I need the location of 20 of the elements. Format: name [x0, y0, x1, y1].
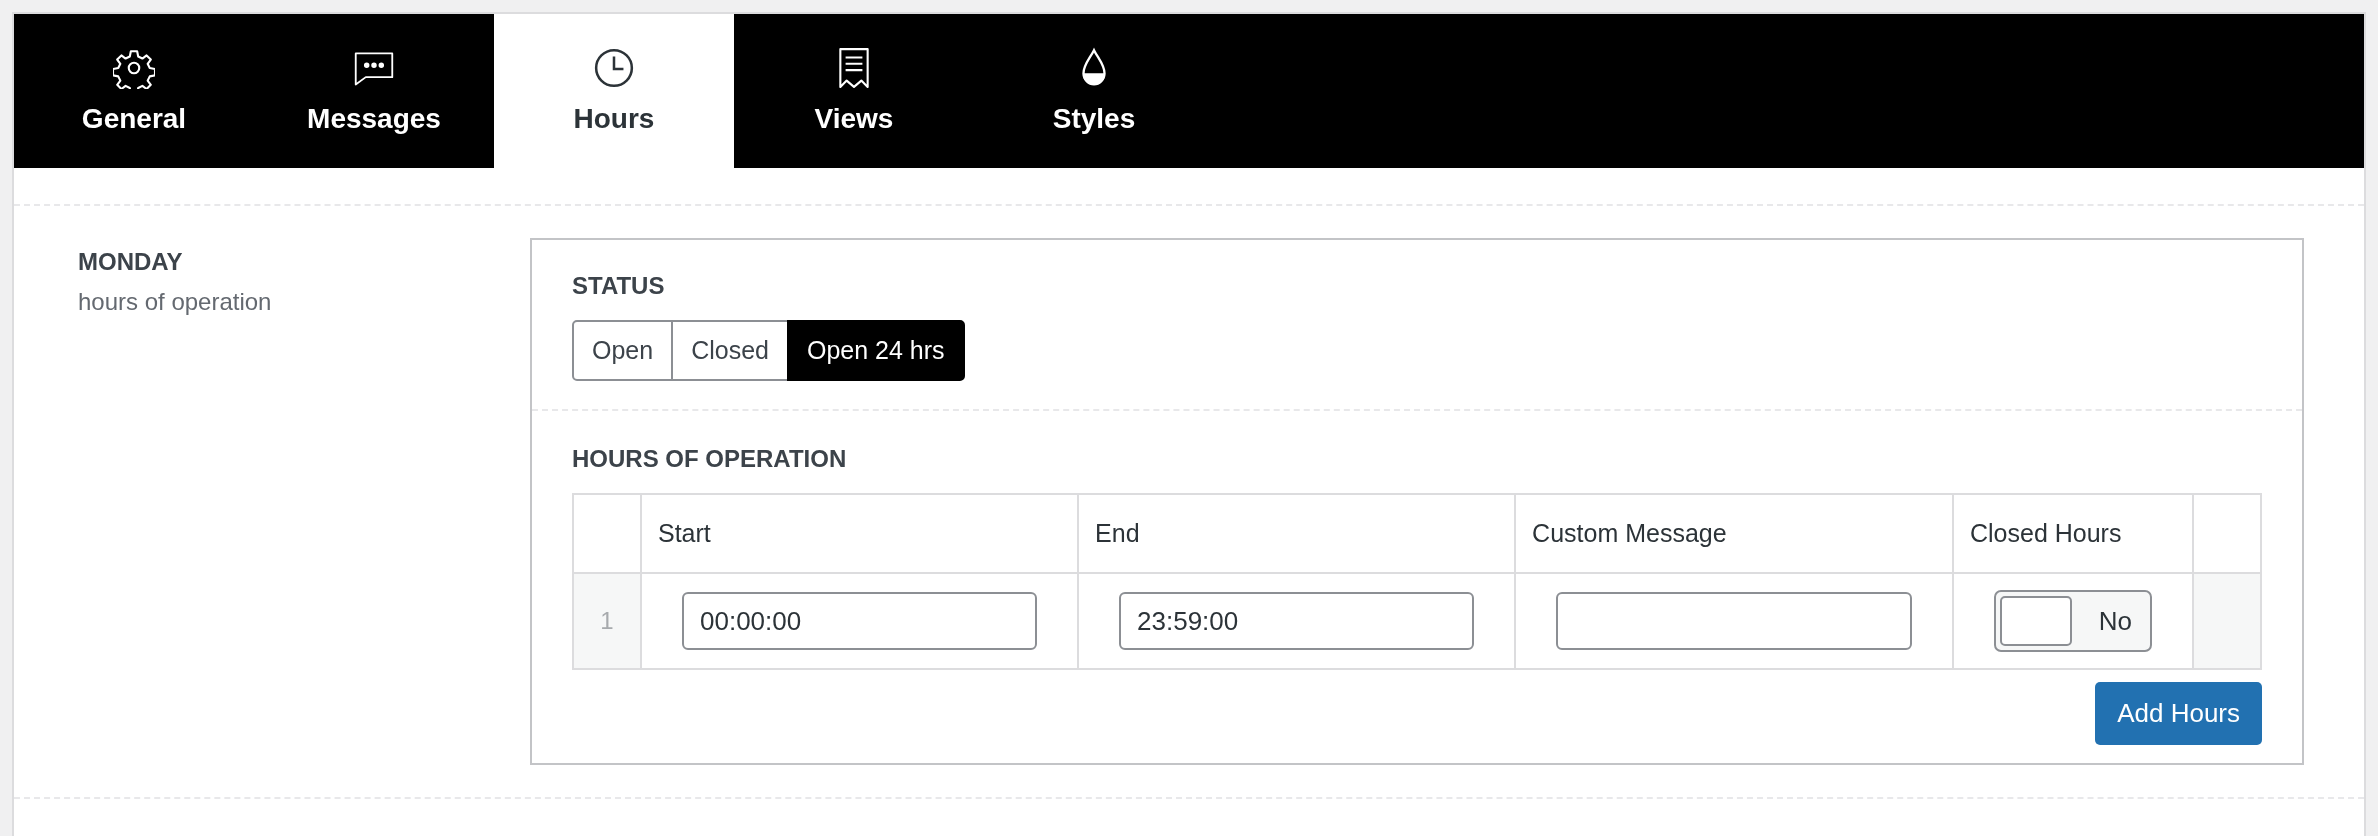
hours-heading: HOURS OF OPERATION [572, 445, 848, 473]
column-header: Start [641, 494, 1079, 573]
column-header: Custom Message [1515, 494, 1953, 573]
day-title: MONDAY [78, 248, 184, 276]
custom-message-field[interactable] [1556, 592, 1912, 650]
gear-icon [113, 47, 155, 89]
day-subtitle: hours of operation [78, 288, 273, 316]
status-heading: STATUS [572, 272, 666, 300]
tab[interactable]: Hours [494, 14, 734, 168]
column-header: Closed Hours [1952, 494, 2193, 573]
status-option[interactable]: Open 24 hrs [787, 320, 965, 381]
clock-icon [593, 47, 635, 89]
status-option[interactable]: Open [572, 320, 674, 381]
row-number: 1 [573, 573, 641, 669]
add-hours-button[interactable]: Add Hours [2095, 682, 2262, 745]
end-time-field[interactable]: 23:59:00 [1119, 592, 1475, 650]
closed-hours-toggle[interactable]: No [1993, 590, 2152, 652]
status-option[interactable]: Closed [671, 320, 789, 381]
column-header: End [1078, 494, 1516, 573]
start-time-field[interactable]: 00:00:00 [682, 592, 1038, 650]
